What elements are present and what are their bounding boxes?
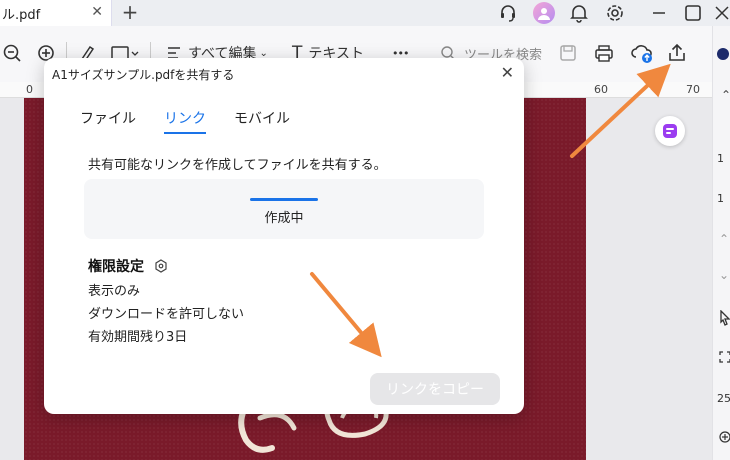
panel-scroll-indicator: ⌃ [721,88,730,102]
permissions-heading: 権限設定 [88,256,168,276]
tab-bar: ル.pdf ✕ + [0,0,730,26]
right-side-panel: ⌃ 1 1 ⌃ ⌄ 25 [712,26,730,460]
share-dialog: A1サイズサンプル.pdfを共有する ✕ ファイル リンク モバイル 共有可能な… [44,58,524,414]
cloud-upload-icon[interactable] [630,40,654,66]
document-tab[interactable]: ル.pdf ✕ [0,0,112,26]
permissions-title: 権限設定 [88,259,144,275]
bell-icon[interactable] [568,2,590,24]
tab-file[interactable]: ファイル [80,108,136,134]
tab-link[interactable]: リンク [164,108,206,134]
new-tab-button[interactable]: + [120,0,140,24]
maximize-icon[interactable] [682,2,704,24]
zoom-out-icon[interactable] [2,40,22,66]
zoom-level[interactable]: 25 [717,392,730,405]
select-cursor-icon[interactable] [719,309,730,330]
share-description: 共有可能なリンクを作成してファイルを共有する。 [88,158,387,173]
ruler-tick-label: 60 [594,83,608,96]
panel-logo-icon[interactable] [717,48,729,60]
document-tab-title: ル.pdf [2,7,41,23]
tab-mobile[interactable]: モバイル [234,108,290,134]
close-dialog-icon[interactable]: ✕ [501,63,514,82]
gear-icon[interactable] [604,2,626,24]
next-page-icon[interactable]: ⌄ [719,268,729,282]
print-icon[interactable] [594,40,614,66]
creating-status: 作成中 [264,211,304,226]
close-tab-icon[interactable]: ✕ [91,4,103,20]
headset-icon[interactable] [497,2,519,24]
share-method-tabs: ファイル リンク モバイル [80,108,318,134]
ai-assistant-button[interactable] [655,116,685,146]
copy-link-button[interactable]: リンクをコピー [370,373,500,405]
share-dialog-title: A1サイズサンプル.pdfを共有する [52,68,235,82]
link-progress-bar [250,198,318,201]
permission-view-only: 表示のみ [88,284,141,299]
link-generation-box: 作成中 [84,179,484,239]
avatar[interactable] [532,2,556,24]
ai-assistant-icon [663,124,677,138]
fit-page-icon[interactable] [719,348,730,367]
zoom-in-small-icon[interactable] [719,428,730,447]
ruler-tick-label: 70 [686,83,700,96]
chevron-down-icon: ⌄ [259,47,268,59]
close-window-icon[interactable] [714,2,730,24]
minimize-icon[interactable] [648,2,670,24]
page-count: 1 [717,192,724,205]
permission-expiry: 有効期間残り3日 [88,330,188,345]
previous-page-icon[interactable]: ⌃ [719,232,729,246]
permission-settings-icon[interactable] [154,259,168,273]
save-icon[interactable] [558,40,578,66]
page-number-input[interactable]: 1 [717,152,724,165]
share-icon[interactable] [666,40,688,66]
ruler-tick-label: 0 [26,83,33,96]
permission-no-download: ダウンロードを許可しない [88,307,245,322]
